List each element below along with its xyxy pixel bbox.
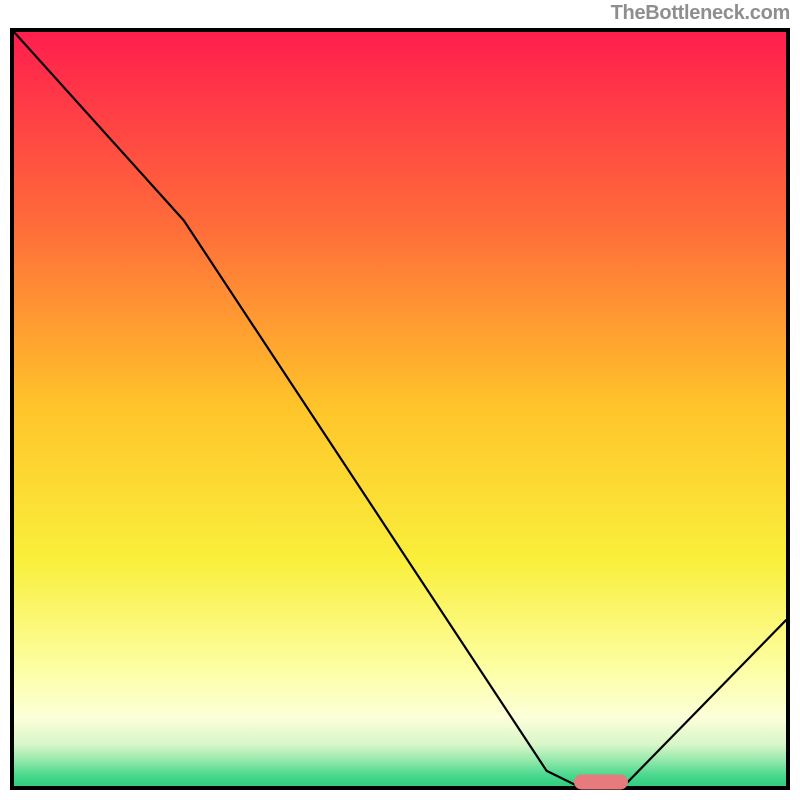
chart-area xyxy=(14,32,786,786)
chart-background-gradient xyxy=(14,32,786,786)
optimal-marker xyxy=(574,775,628,790)
watermark-label: TheBottleneck.com xyxy=(611,2,790,25)
chart-frame xyxy=(10,28,790,790)
